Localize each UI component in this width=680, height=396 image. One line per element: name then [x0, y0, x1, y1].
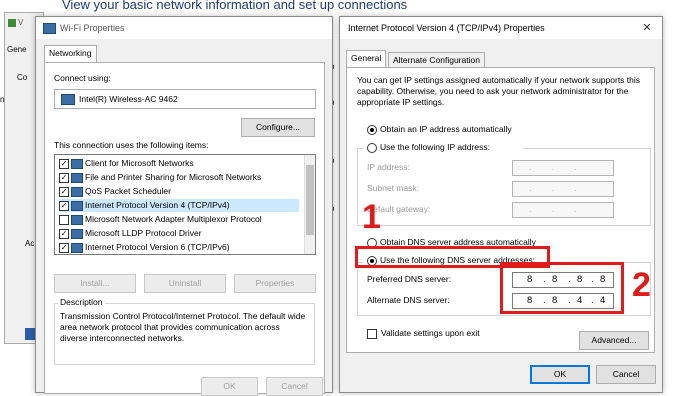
wifi-properties-titlebar: Wi-Fi Properties	[36, 17, 332, 39]
step-1-marker: 1	[362, 198, 381, 236]
network-component-icon	[71, 229, 83, 239]
description-label: Description	[58, 297, 105, 307]
connect-using-label: Connect using:	[54, 73, 111, 83]
status-fragment: Ac	[25, 239, 35, 248]
network-component-icon	[71, 187, 83, 197]
checkbox[interactable]: ✓	[59, 187, 69, 197]
list-item[interactable]: ✓ File and Printer Sharing for Microsoft…	[59, 171, 299, 184]
status-fragment: Co	[17, 73, 28, 82]
use-following-ip-label[interactable]: Use the following IP address:	[380, 142, 490, 152]
checkbox[interactable]	[59, 215, 69, 225]
components-list[interactable]: ✓ Client for Microsoft Networks ✓ File a…	[54, 154, 316, 255]
properties-button[interactable]: Properties	[234, 274, 316, 293]
alternate-dns-label: Alternate DNS server:	[367, 295, 450, 305]
checkbox[interactable]: ✓	[59, 173, 69, 183]
ipv4-titlebar: Internet Protocol Version 4 (TCP/IPv4) P…	[340, 17, 662, 39]
network-component-icon	[71, 243, 83, 253]
uninstall-button[interactable]: Uninstall	[144, 274, 226, 293]
items-label: This connection uses the following items…	[54, 140, 209, 150]
configure-button[interactable]: Configure...	[241, 118, 315, 137]
close-icon[interactable]: ✕	[636, 20, 658, 36]
advanced-button[interactable]: Advanced...	[579, 331, 649, 350]
window-title: Internet Protocol Version 4 (TCP/IPv4) P…	[348, 23, 545, 33]
scrollbar-thumb[interactable]	[306, 165, 314, 235]
list-item[interactable]: ✓ Client for Microsoft Networks	[59, 157, 299, 170]
adapter-box: Intel(R) Wireless-AC 9462	[54, 89, 316, 109]
step-2-marker: 2	[632, 266, 651, 304]
list-item-selected[interactable]: ✓ Internet Protocol Version 4 (TCP/IPv4)	[59, 199, 299, 212]
preferred-dns-label: Preferred DNS server:	[367, 274, 452, 284]
ok-button[interactable]: OK	[530, 365, 590, 384]
network-adapter-icon	[43, 23, 56, 34]
signal-icon	[8, 19, 16, 27]
status-title-fragment: V	[18, 18, 24, 27]
network-component-icon	[71, 173, 83, 183]
validate-checkbox[interactable]	[367, 329, 377, 339]
list-item[interactable]: ✓ Microsoft LLDP Protocol Driver	[59, 227, 299, 240]
ipv4-properties-dialog: Internet Protocol Version 4 (TCP/IPv4) P…	[339, 16, 663, 393]
tab-alternate-configuration[interactable]: Alternate Configuration	[388, 52, 485, 68]
ip-address-field[interactable]: ...	[512, 160, 614, 176]
network-component-icon	[71, 159, 83, 169]
validate-label[interactable]: Validate settings upon exit	[381, 328, 480, 338]
subnet-mask-label: Subnet mask:	[367, 183, 419, 193]
checkbox[interactable]: ✓	[59, 201, 69, 211]
list-item[interactable]: ✓ Internet Protocol Version 6 (TCP/IPv6)	[59, 241, 299, 254]
networking-panel: Connect using: Intel(R) Wireless-AC 9462…	[44, 62, 325, 394]
checkbox[interactable]: ✓	[59, 229, 69, 239]
wifi-properties-dialog: Wi-Fi Properties Networking Connect usin…	[35, 16, 333, 396]
adapter-name: Intel(R) Wireless-AC 9462	[79, 94, 178, 104]
use-following-ip-radio[interactable]	[367, 143, 377, 153]
checkbox[interactable]: ✓	[59, 159, 69, 169]
window-title: Wi-Fi Properties	[60, 23, 125, 33]
list-item[interactable]: ✓ QoS Packet Scheduler	[59, 185, 299, 198]
tab-networking[interactable]: Networking	[44, 45, 97, 63]
status-tab-fragment: Gene	[7, 45, 27, 54]
obtain-ip-auto-radio[interactable]	[367, 125, 377, 135]
tab-general[interactable]: General	[346, 50, 387, 68]
cancel-button[interactable]: Cancel	[266, 377, 323, 396]
network-adapter-icon	[61, 94, 75, 105]
background-heading: View your basic network information and …	[62, 0, 408, 12]
network-component-icon	[71, 201, 83, 211]
network-component-icon	[71, 215, 83, 225]
ok-button[interactable]: OK	[201, 377, 258, 396]
default-gateway-field[interactable]: ...	[512, 202, 614, 218]
subnet-mask-field[interactable]: ...	[512, 181, 614, 197]
list-scrollbar[interactable]	[304, 155, 315, 254]
description-text: Transmission Control Protocol/Internet P…	[60, 311, 306, 343]
list-item[interactable]: Microsoft Network Adapter Multiplexor Pr…	[59, 213, 299, 226]
highlight-dns-fields	[500, 262, 624, 314]
cancel-button[interactable]: Cancel	[596, 365, 656, 384]
checkbox[interactable]: ✓	[59, 243, 69, 253]
obtain-ip-auto-label[interactable]: Obtain an IP address automatically	[380, 124, 512, 134]
ip-address-label: IP address:	[367, 162, 410, 172]
intro-text: You can get IP settings assigned automat…	[357, 75, 641, 107]
install-button[interactable]: Install...	[54, 274, 136, 293]
